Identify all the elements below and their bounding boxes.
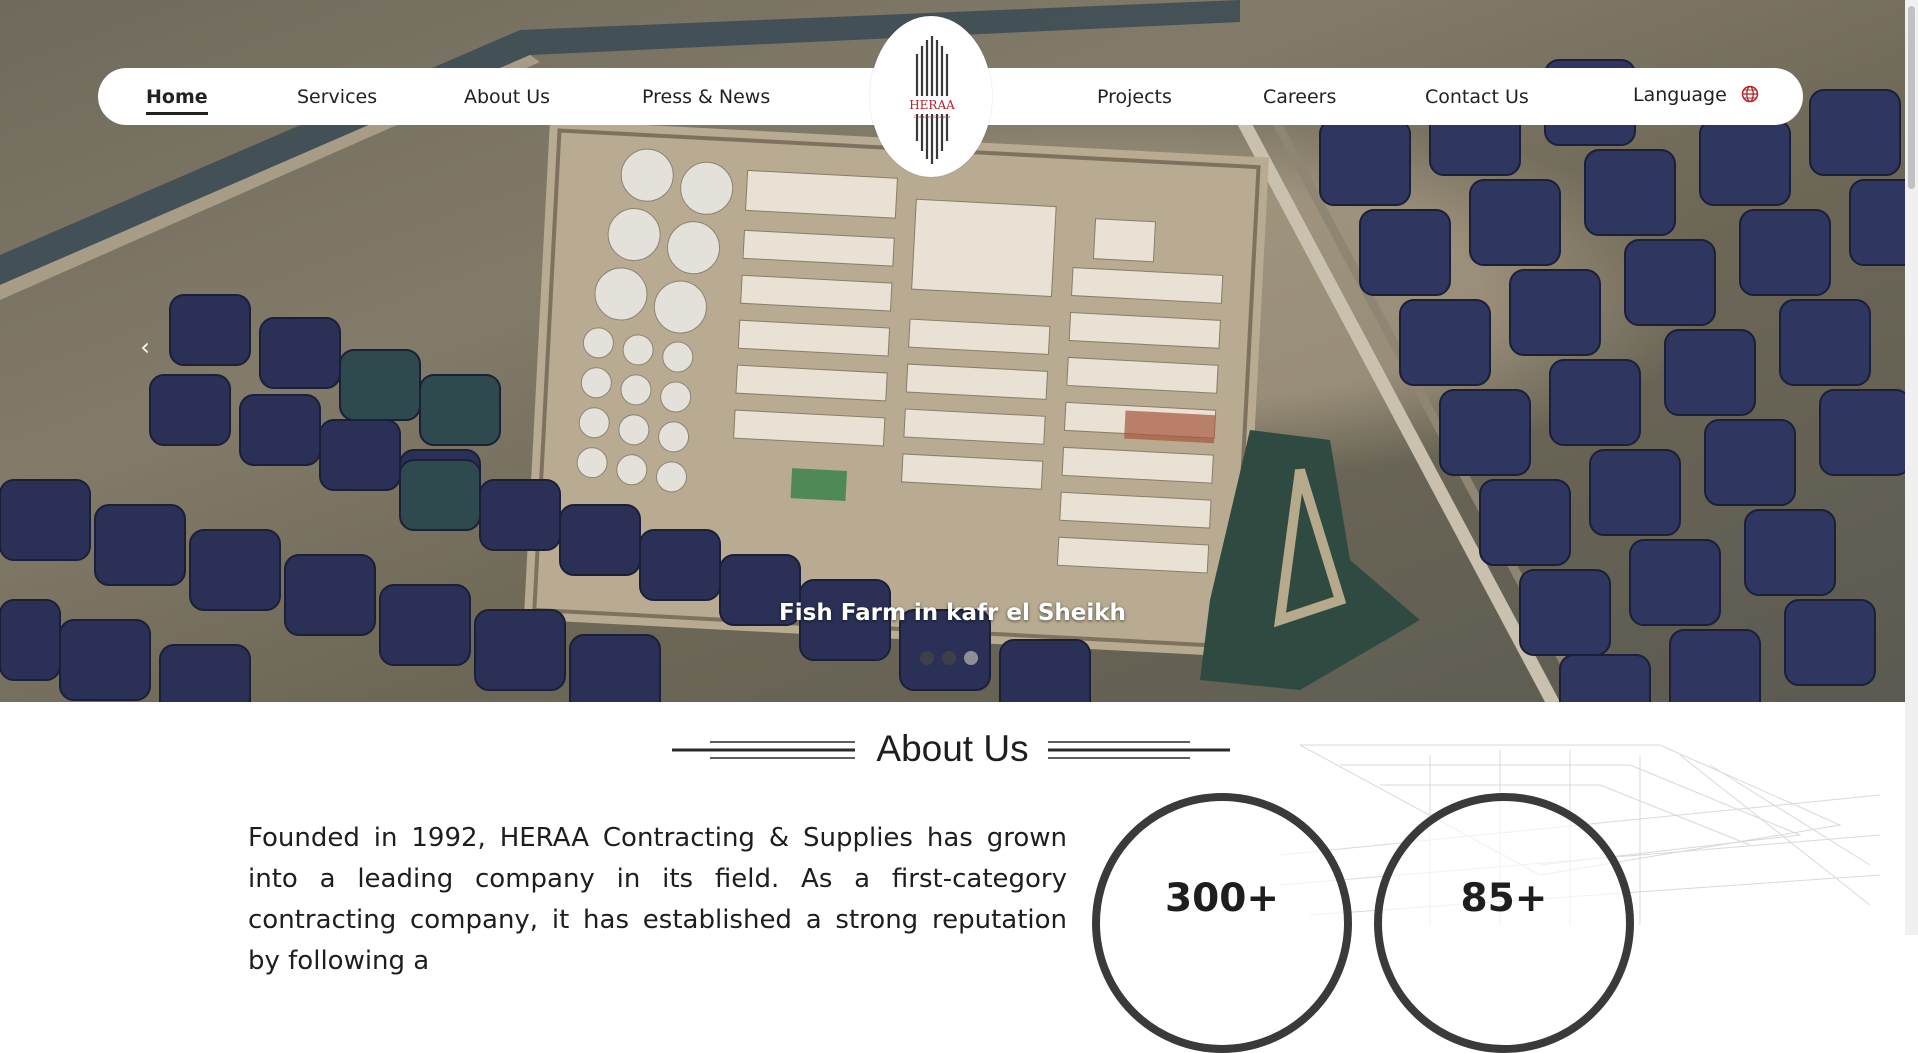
stat-circle-clients: 85+ bbox=[1374, 793, 1634, 1053]
about-paragraph: Founded in 1992, HERAA Contracting & Sup… bbox=[248, 823, 1067, 976]
slider-dot-1[interactable] bbox=[920, 651, 934, 665]
hero-caption: Fish Farm in kafr el Sheikh bbox=[779, 600, 1126, 626]
nav-projects[interactable]: Projects bbox=[1097, 86, 1172, 108]
slider-prev-arrow[interactable]: ‹ bbox=[132, 334, 158, 360]
nav-press-news[interactable]: Press & News bbox=[642, 86, 770, 108]
logo[interactable]: HERAA Contracting & Supplies bbox=[870, 16, 992, 177]
nav-services[interactable]: Services bbox=[297, 86, 377, 108]
logo-text: HERAA bbox=[909, 98, 955, 112]
nav-contact-us[interactable]: Contact Us bbox=[1425, 86, 1529, 108]
slider-dots bbox=[920, 651, 978, 665]
language-label: Language bbox=[1633, 84, 1727, 106]
nav-about-us[interactable]: About Us bbox=[464, 86, 550, 108]
slider-dot-3[interactable] bbox=[964, 651, 978, 665]
stat-value: 85+ bbox=[1460, 876, 1548, 921]
globe-icon bbox=[1741, 85, 1759, 103]
slider-dot-2[interactable] bbox=[942, 651, 956, 665]
heraa-logo-mark: HERAA Contracting & Supplies bbox=[904, 36, 960, 164]
scrollbar-thumb[interactable] bbox=[1908, 6, 1915, 189]
page-scrollbar[interactable] bbox=[1905, 0, 1918, 935]
logo-subtext: Contracting & Supplies bbox=[914, 115, 951, 119]
about-title: About Us bbox=[876, 728, 1029, 769]
stat-value: 300+ bbox=[1164, 876, 1280, 921]
nav-home[interactable]: Home bbox=[146, 86, 208, 115]
stat-circle-projects: 300+ bbox=[1092, 793, 1352, 1053]
language-selector[interactable]: Language bbox=[1633, 84, 1759, 106]
nav-careers[interactable]: Careers bbox=[1263, 86, 1336, 108]
